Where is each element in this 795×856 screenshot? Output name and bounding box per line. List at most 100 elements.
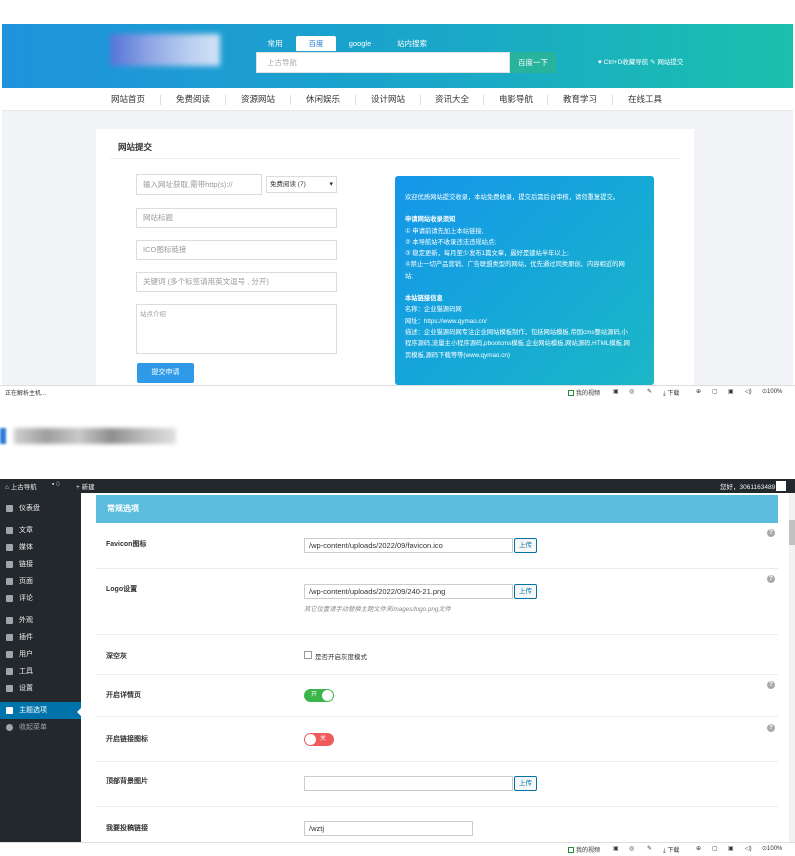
toolbar-icon[interactable]: ▢: [712, 845, 718, 852]
help-icon[interactable]: ?: [767, 529, 775, 537]
my-video-label: 我的视频: [576, 391, 601, 397]
keywords-input[interactable]: 关键词 (多个标签请用英文逗号 , 分开): [136, 272, 337, 292]
sidebar-item-dashboard[interactable]: 仪表盘: [0, 500, 81, 517]
sidebar-collapse[interactable]: 收起菜单: [0, 719, 81, 736]
toolbar-icon[interactable]: ⊕: [696, 388, 701, 395]
sidebar-item-comments[interactable]: 评论: [0, 590, 81, 607]
sidebar-item-users[interactable]: 用户: [0, 646, 81, 663]
toolbar-icon[interactable]: ▢: [712, 388, 718, 395]
submit-button[interactable]: 提交申请: [137, 363, 194, 383]
logo-upload-button[interactable]: 上传: [514, 584, 537, 599]
sidebar-item-settings[interactable]: 设置: [0, 680, 81, 697]
site-search-input[interactable]: 上古导航: [256, 52, 510, 73]
toolbar-icon[interactable]: ⊕: [696, 845, 701, 852]
toolbar-icon[interactable]: ◎: [629, 845, 634, 852]
rule-item: ④禁止一切产品营销、广告联盟类型的网站，优先通过同类原创、内容相近的网: [405, 261, 625, 269]
sidebar-item-links[interactable]: 链接: [0, 556, 81, 573]
zoom-level[interactable]: ⊙100%: [762, 845, 782, 852]
header-links[interactable]: ♥ Ctrl+D收藏导航 ✎ 网站提交: [598, 56, 683, 66]
speaker-icon[interactable]: ◁): [745, 845, 752, 852]
title-input[interactable]: 网站标题: [136, 208, 337, 228]
help-icon[interactable]: ?: [767, 575, 775, 583]
nav-item-home[interactable]: 网站首页: [111, 93, 145, 105]
brush-icon: [6, 617, 13, 624]
speaker-icon[interactable]: ◁): [745, 388, 752, 395]
admin-bar-new[interactable]: + 新建: [76, 481, 95, 491]
link-info-line: 网址：https://www.qymao.cn/: [405, 317, 487, 325]
admin-bar-greeting[interactable]: 您好，3061163489: [720, 481, 775, 491]
scrollbar-thumb[interactable]: [789, 520, 795, 545]
nav-item-reading[interactable]: 免费阅读: [176, 93, 210, 105]
toolbar-icon[interactable]: ▣: [728, 388, 734, 395]
user-icon: [6, 651, 13, 658]
nav-item-entertainment[interactable]: 休闲娱乐: [306, 93, 340, 105]
search-tab-onsite[interactable]: 站内搜索: [388, 36, 436, 51]
linkicon-toggle[interactable]: 关: [304, 733, 334, 746]
sidebar-item-plugins[interactable]: 插件: [0, 629, 81, 646]
my-video-button[interactable]: 我的视频: [568, 388, 600, 397]
topbg-input[interactable]: [304, 776, 513, 791]
sidebar-item-label: 评论: [19, 595, 33, 602]
help-icon[interactable]: ?: [767, 724, 775, 732]
admin-bar-site[interactable]: ⌂ 上古导航: [5, 481, 37, 491]
nav-item-tools[interactable]: 在线工具: [628, 93, 662, 105]
sidebar-item-label: 用户: [19, 651, 33, 658]
toolbar-icon[interactable]: ◎: [629, 388, 634, 395]
pin-icon: [6, 527, 13, 534]
sidebar-item-tools[interactable]: 工具: [0, 663, 81, 680]
category-select[interactable]: 免费阅读 (7) ▾: [266, 176, 337, 193]
sidebar-item-media[interactable]: 媒体: [0, 539, 81, 556]
search-tab-baidu[interactable]: 百度: [296, 36, 336, 51]
logo-label: Logo设置: [106, 586, 138, 593]
search-tab-google[interactable]: google: [340, 36, 380, 51]
logo-input[interactable]: /wp-content/uploads/2022/09/240-21.png: [304, 584, 513, 599]
toolbar-icon[interactable]: ✎: [647, 845, 652, 852]
toolbar-icon[interactable]: ▣: [613, 388, 619, 395]
avatar[interactable]: [776, 481, 786, 491]
toolbar-icon[interactable]: ▣: [728, 845, 734, 852]
nav-item-design[interactable]: 设计网站: [371, 93, 405, 105]
sidebar-item-label: 工具: [19, 668, 33, 675]
search-button[interactable]: 百度一下: [510, 52, 556, 73]
plugin-icon: [6, 634, 13, 641]
sidebar-item-pages[interactable]: 页面: [0, 573, 81, 590]
detail-toggle[interactable]: 开: [304, 689, 334, 702]
sidebar-item-appearance[interactable]: 外观: [0, 612, 81, 629]
nav-item-education[interactable]: 教育学习: [563, 93, 597, 105]
url-input[interactable]: 输入网址获取,需带http(s)://: [136, 174, 262, 195]
sidebar-item-label: 主题选项: [19, 707, 47, 714]
nav-divider: [355, 95, 356, 105]
nav-divider: [547, 95, 548, 105]
zoom-level[interactable]: ⊙100%: [762, 388, 782, 395]
nav-item-resources[interactable]: 资源网站: [241, 93, 275, 105]
my-video-button[interactable]: 我的视频: [568, 845, 600, 854]
favicon-input[interactable]: /wp-content/uploads/2022/09/favicon.ico: [304, 538, 513, 553]
admin-bar-comments[interactable]: ▪ 0: [52, 481, 60, 488]
nav-divider: [420, 95, 421, 105]
topbg-upload-button[interactable]: 上传: [514, 776, 537, 791]
submit-link-input[interactable]: /wztj: [304, 821, 473, 836]
nav-item-movies[interactable]: 电影导航: [499, 93, 533, 105]
search-tab-common[interactable]: 常用: [258, 36, 292, 51]
row-divider: [96, 716, 778, 717]
download-button[interactable]: ⤓ 下载: [663, 388, 679, 398]
favicon-upload-button[interactable]: 上传: [514, 538, 537, 553]
submit-link-label: 我要投稿链接: [106, 825, 148, 832]
favicon-label: Favicon图标: [106, 541, 147, 548]
scrollbar[interactable]: [789, 493, 795, 843]
sidebar-item-theme-options[interactable]: 主题选项: [0, 702, 81, 719]
gray-checkbox[interactable]: [304, 651, 312, 659]
browser-tab-title[interactable]: [14, 428, 176, 444]
download-button[interactable]: ⤓ 下载: [663, 845, 679, 855]
description-textarea[interactable]: 站点介绍: [136, 304, 337, 354]
nav-item-news[interactable]: 资讯大全: [435, 93, 469, 105]
help-icon[interactable]: ?: [767, 681, 775, 689]
row-divider: [96, 674, 778, 675]
toolbar-icon[interactable]: ✎: [647, 388, 652, 395]
collapse-icon: [6, 724, 13, 731]
sidebar-item-posts[interactable]: 文章: [0, 522, 81, 539]
toolbar-icon[interactable]: ▣: [613, 845, 619, 852]
sidebar-item-label: 页面: [19, 578, 33, 585]
icon-url-input[interactable]: ICO图标链接: [136, 240, 337, 260]
